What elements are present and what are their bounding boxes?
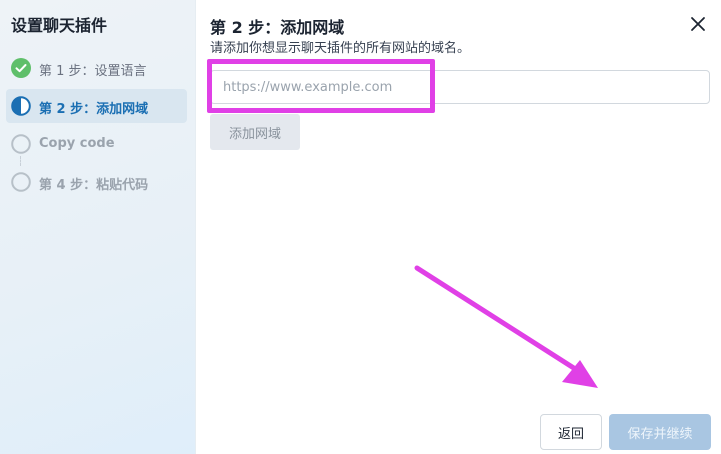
annotation-arrow <box>414 265 598 388</box>
sidebar-title: 设置聊天插件 <box>11 16 108 35</box>
page-subtitle: 请添加你想显示聊天插件的所有网站的域名。 <box>210 41 471 56</box>
step-3-copy-code[interactable]: Copy code <box>6 127 187 161</box>
step-3-label: Copy code <box>39 136 115 151</box>
page-title: 第 2 步：添加网域 <box>210 18 345 37</box>
empty-circle-icon <box>11 134 31 154</box>
empty-circle-icon <box>11 172 31 192</box>
step-1-set-language[interactable]: 第 1 步：设置语言 <box>6 51 187 85</box>
back-button[interactable]: 返回 <box>540 414 602 450</box>
step-4-paste-code[interactable]: 第 4 步：粘贴代码 <box>6 165 187 199</box>
step-2-label: 第 2 步：添加网域 <box>39 102 149 117</box>
step-1-label: 第 1 步：设置语言 <box>39 64 147 79</box>
step-4-label: 第 4 步：粘贴代码 <box>39 178 149 193</box>
step-2-add-domain[interactable]: 第 2 步：添加网域 <box>6 89 187 123</box>
setup-sidebar: 设置聊天插件 第 1 步：设置语言 第 2 步：添加网域 Copy code 第… <box>0 0 196 454</box>
domain-input[interactable] <box>210 70 710 104</box>
close-icon[interactable] <box>686 12 710 36</box>
add-domain-button[interactable]: 添加网域 <box>210 114 300 150</box>
half-circle-icon <box>11 96 31 116</box>
check-circle-icon <box>11 58 31 78</box>
save-and-continue-button[interactable]: 保存并继续 <box>609 414 711 450</box>
